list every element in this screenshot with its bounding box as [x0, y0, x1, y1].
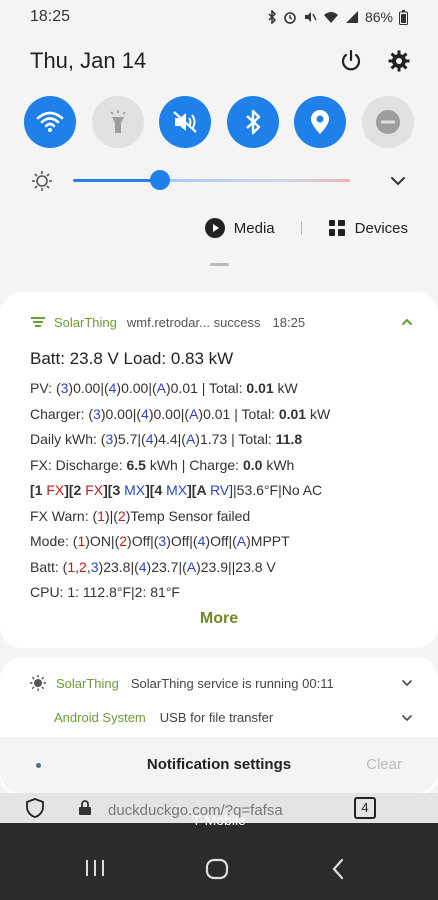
usb-text: USB for file transfer: [159, 710, 274, 725]
service-notification[interactable]: SolarThing SolarThing service is running…: [30, 675, 414, 691]
carrier-label: T-Mobile: [192, 812, 246, 828]
wifi-toggle[interactable]: [24, 96, 76, 148]
sun-icon: [30, 675, 46, 691]
notification-body: PV: (3)0.00|(4)0.00|(A)0.01 | Total: 0.0…: [30, 376, 418, 606]
flashlight-toggle[interactable]: [91, 96, 144, 148]
devices-label: Devices: [354, 219, 408, 237]
battery-percent: 86%: [364, 9, 393, 25]
pv-line: PV: (3)0.00|(4)0.00|(A)0.01 | Total: 0.0…: [30, 380, 298, 396]
media-devices-row: Media Devices: [204, 218, 408, 238]
status-bar: 18:25 86%: [0, 0, 438, 34]
app-name: SolarThing: [54, 314, 117, 330]
power-icon[interactable]: [334, 44, 368, 78]
media-button[interactable]: Media: [204, 218, 275, 238]
location-toggle[interactable]: [294, 96, 347, 148]
daily-kwh-line: Daily kWh: (3)5.7|(4)4.4|(A)1.73 | Total…: [30, 431, 303, 447]
devices-button[interactable]: Devices: [328, 219, 408, 237]
flashlight-icon: [110, 110, 126, 133]
more-button[interactable]: More: [0, 610, 438, 628]
sun-icon: [32, 171, 52, 191]
chevron-down-icon[interactable]: [388, 171, 408, 191]
devices-line: [1 FX][2 FX][3 MX][4 MX][A RV]|53.6°F|No…: [30, 482, 323, 498]
recent-apps-icon[interactable]: [84, 858, 106, 878]
home-icon[interactable]: [205, 858, 229, 880]
play-icon: [204, 218, 225, 238]
cpu-line: CPU: 1: 112.8°F|2: 81°F: [30, 584, 180, 600]
notification-footer: Notification settings Clear: [0, 737, 438, 793]
do-not-disturb-toggle[interactable]: [361, 96, 414, 148]
mute-icon: [173, 111, 197, 133]
bluetooth-icon: [245, 109, 260, 135]
date-label: Thu, Jan 14: [30, 48, 147, 73]
media-label: Media: [233, 219, 275, 237]
brightness-row: [30, 166, 408, 196]
notification-time: 18:25: [272, 314, 306, 330]
solarthing-notification[interactable]: SolarThing wmf.retrodar... success 18:25…: [0, 292, 438, 648]
clear-button[interactable]: Clear: [366, 756, 402, 773]
fx-line: FX: Discharge: 6.5 kWh | Charge: 0.0 kWh: [30, 456, 295, 473]
minus-circle-icon: [375, 110, 400, 134]
gear-icon[interactable]: [382, 44, 416, 78]
signal-icon: [345, 11, 358, 23]
header-row: Thu, Jan 14: [30, 44, 416, 78]
battery-icon: [399, 9, 408, 25]
chevron-up-icon[interactable]: [400, 315, 414, 329]
status-time: 18:25: [30, 8, 71, 25]
charger-line: Charger: (3)0.00|(4)0.00|(A)0.01 | Total…: [30, 405, 331, 422]
bluetooth-toggle[interactable]: [226, 96, 279, 148]
navigation-bar: [0, 840, 438, 900]
divider: [300, 221, 302, 235]
bluetooth-status-icon: [268, 10, 277, 24]
service-app-name: SolarThing: [56, 675, 119, 691]
grid-icon: [328, 220, 345, 236]
mute-status-icon: [304, 12, 317, 22]
alarm-icon: [284, 12, 296, 24]
batt-line: Batt: (1,2,3)23.8|(4)23.7|(A)23.9||23.8 …: [30, 558, 276, 575]
wifi-status-icon: [323, 12, 338, 23]
quick-toggles: [24, 96, 414, 148]
mute-toggle[interactable]: [159, 96, 212, 148]
notification-title: Batt: 23.8 V Load: 0.83 kW: [30, 349, 234, 368]
brightness-thumb[interactable]: [150, 170, 170, 190]
chevron-down-icon[interactable]: [400, 676, 414, 690]
usb-app-name: Android System: [54, 710, 146, 725]
back-icon[interactable]: [330, 858, 346, 880]
wifi-icon: [36, 111, 64, 132]
status-icons: 86%: [267, 9, 408, 25]
notification-source: wmf.retrodar... success: [126, 314, 261, 330]
usb-notification[interactable]: Android System USB for file transfer: [30, 710, 414, 725]
solar-panel-icon: [31, 317, 45, 327]
brightness-slider[interactable]: [73, 179, 350, 182]
location-icon: [311, 110, 330, 134]
service-text: SolarThing service is running 00:11: [130, 675, 334, 691]
fx-warn-line: FX Warn: (1)|(2)Temp Sensor failed: [30, 507, 251, 524]
drag-handle[interactable]: [210, 263, 229, 266]
notification-header: SolarThing wmf.retrodar... success 18:25: [30, 312, 414, 332]
chevron-down-icon[interactable]: [400, 711, 414, 725]
mode-line: Mode: (1)ON|(2)Off|(3)Off|(4)Off|(A)MPPT: [30, 533, 290, 549]
